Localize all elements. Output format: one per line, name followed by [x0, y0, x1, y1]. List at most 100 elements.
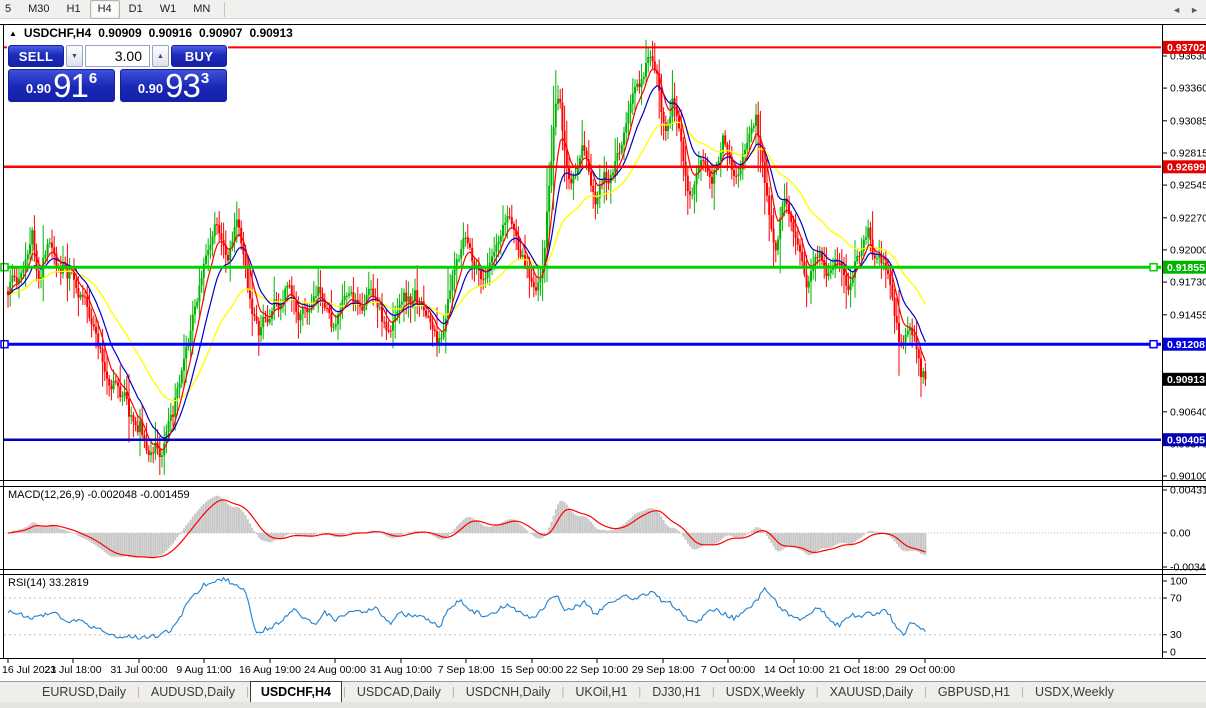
one-click-trading-panel: SELL ▼ 3.00 ▲ BUY 0.90 91 6 0.90 93 3: [7, 44, 228, 103]
tab-scroll-right-icon[interactable]: ►: [1190, 5, 1199, 15]
timeframe-toolbar: 5M30H1H4D1W1MN: [0, 0, 1206, 19]
price-axis: 0.936300.933600.930850.928150.925450.922…: [1162, 41, 1206, 659]
macd-values: -0.002048 -0.001459: [87, 489, 189, 501]
axis-badge-label-0.93702: 0.93702: [1167, 42, 1205, 54]
window-bottom-edge: [0, 702, 1206, 708]
date-label-7: 7 Sep 18:00: [438, 664, 495, 676]
buy-button[interactable]: BUY: [171, 45, 227, 67]
ohlc-low: 0.90907: [199, 26, 242, 40]
ohlc-open: 0.90909: [98, 26, 141, 40]
axis-badge-label-0.92699: 0.92699: [1167, 162, 1205, 174]
volume-input[interactable]: 3.00: [85, 45, 150, 67]
macd-tick-0.00431: 0.00431: [1170, 485, 1206, 497]
timeframe-D1[interactable]: D1: [121, 0, 151, 19]
price-tick-0.93085: 0.93085: [1170, 115, 1206, 127]
date-label-13: 21 Oct 18:00: [829, 664, 889, 676]
axis-badge-label-0.90913: 0.90913: [1167, 374, 1205, 386]
price-tick-0.92815: 0.92815: [1170, 148, 1206, 160]
time-axis: 16 Jul 202123 Jul 18:0031 Jul 00:009 Aug…: [2, 658, 955, 676]
ohlc-close: 0.90913: [249, 26, 292, 40]
macd-tick--0.003405: -0.003405: [1170, 562, 1206, 574]
date-label-2: 31 Jul 00:00: [110, 664, 167, 676]
price-tick-0.90100: 0.90100: [1170, 471, 1206, 483]
price-tick-0.91730: 0.91730: [1170, 277, 1206, 289]
buy-price-pip: 3: [201, 70, 209, 87]
indicator-panels[interactable]: [4, 496, 1161, 639]
rsi-indicator-label: RSI(14) 33.2819: [8, 577, 89, 589]
timeframe-M30[interactable]: M30: [20, 0, 57, 19]
tab-USDX-Weekly[interactable]: USDX,Weekly: [1025, 683, 1124, 701]
candle-wicks-up: [10, 40, 923, 475]
tab-scroll-left-icon[interactable]: ◄: [1172, 5, 1181, 15]
date-label-3: 9 Aug 11:00: [176, 664, 231, 676]
axis-badge-label-0.91208: 0.91208: [1167, 339, 1205, 351]
toolbar-separator: [224, 2, 225, 17]
macd-histogram: [8, 496, 925, 559]
tab-USDCAD-Daily[interactable]: USDCAD,Daily: [347, 683, 451, 701]
timeframe-H4[interactable]: H4: [90, 0, 120, 19]
chart-tabs-bar: EURUSD,Daily|AUDUSD,Daily|USDCHF,H4|USDC…: [0, 681, 1206, 702]
timeframe-MN[interactable]: MN: [185, 0, 218, 19]
sell-price-box[interactable]: 0.90 91 6: [8, 69, 115, 102]
tab-GBPUSD-H1[interactable]: GBPUSD,H1: [928, 683, 1020, 701]
moving-average-15: [8, 86, 925, 438]
tab-scroll-controls: ◄ ►: [1172, 5, 1199, 15]
tab-UKOil-H1[interactable]: UKOil,H1: [565, 683, 637, 701]
macd-indicator-label: MACD(12,26,9) -0.002048 -0.001459: [8, 489, 190, 501]
hline-handle-0.91208[interactable]: [1, 341, 8, 348]
moving-average-7: [8, 69, 925, 450]
date-label-9: 22 Sep 10:00: [566, 664, 629, 676]
date-label-11: 7 Oct 00:00: [701, 664, 755, 676]
tab-EURUSD-Daily[interactable]: EURUSD,Daily: [32, 683, 136, 701]
rsi-tick-30: 30: [1170, 629, 1182, 641]
main-price-panel[interactable]: [1, 40, 1161, 475]
buy-price-box[interactable]: 0.90 93 3: [120, 69, 227, 102]
rsi-tick-0: 0: [1170, 647, 1176, 659]
chart-ohlc-header: ▲ USDCHF,H4 0.90909 0.90916 0.90907 0.90…: [9, 26, 293, 40]
rsi-name: RSI(14): [8, 577, 46, 589]
hline-handle-0.91208[interactable]: [1150, 341, 1157, 348]
price-tick-0.92545: 0.92545: [1170, 180, 1206, 192]
price-tick-0.92270: 0.92270: [1170, 212, 1206, 224]
axis-badge-label-0.91855: 0.91855: [1167, 262, 1205, 274]
symbol-timeframe-label: USDCHF,H4: [24, 26, 91, 40]
buy-price-main: 93: [165, 71, 200, 100]
date-label-6: 31 Aug 10:00: [370, 664, 432, 676]
timeframe-W1[interactable]: W1: [152, 0, 185, 19]
sell-price-pip: 6: [89, 70, 97, 87]
tab-USDX-Weekly[interactable]: USDX,Weekly: [716, 683, 815, 701]
date-label-4: 16 Aug 19:00: [239, 664, 301, 676]
volume-decrease-button[interactable]: ▼: [66, 45, 83, 67]
tab-USDCHF-H4[interactable]: USDCHF,H4: [250, 681, 342, 704]
candle-bodies-up: [10, 57, 923, 457]
date-label-5: 24 Aug 00:00: [304, 664, 366, 676]
hline-handle-0.91855[interactable]: [1150, 264, 1157, 271]
sell-button[interactable]: SELL: [8, 45, 64, 67]
price-tick-0.90640: 0.90640: [1170, 406, 1206, 418]
mt4-terminal: { "toolbar": {"timeframes": ["5", "M30",…: [0, 0, 1206, 708]
moving-average-40: [8, 122, 925, 401]
price-tick-0.92000: 0.92000: [1170, 244, 1206, 256]
date-label-1: 23 Jul 18:00: [44, 664, 101, 676]
date-label-12: 14 Oct 10:00: [764, 664, 824, 676]
rsi-value: 33.2819: [49, 577, 89, 589]
hline-handle-0.91855[interactable]: [1, 264, 8, 271]
macd-name: MACD(12,26,9): [8, 489, 84, 501]
tab-DJ30-H1[interactable]: DJ30,H1: [642, 683, 711, 701]
tab-XAUUSD-Daily[interactable]: XAUUSD,Daily: [820, 683, 923, 701]
rsi-tick-100: 100: [1170, 576, 1188, 588]
timeframe-5[interactable]: 5: [0, 0, 19, 19]
price-tick-0.91455: 0.91455: [1170, 309, 1206, 321]
tab-USDCNH-Daily[interactable]: USDCNH,Daily: [456, 683, 561, 701]
tab-AUDUSD-Daily[interactable]: AUDUSD,Daily: [141, 683, 245, 701]
sell-price-prefix: 0.90: [26, 81, 51, 96]
rsi-tick-70: 70: [1170, 593, 1182, 605]
date-label-14: 29 Oct 00:00: [895, 664, 955, 676]
collapse-trade-panel-icon[interactable]: ▲: [9, 29, 17, 38]
date-label-8: 15 Sep 00:00: [501, 664, 564, 676]
price-chart[interactable]: 0.936300.933600.930850.928150.925450.922…: [0, 0, 1206, 708]
candle-wicks-down: [8, 41, 925, 475]
volume-increase-button[interactable]: ▲: [152, 45, 169, 67]
timeframe-H1[interactable]: H1: [59, 0, 89, 19]
buy-price-prefix: 0.90: [138, 81, 163, 96]
